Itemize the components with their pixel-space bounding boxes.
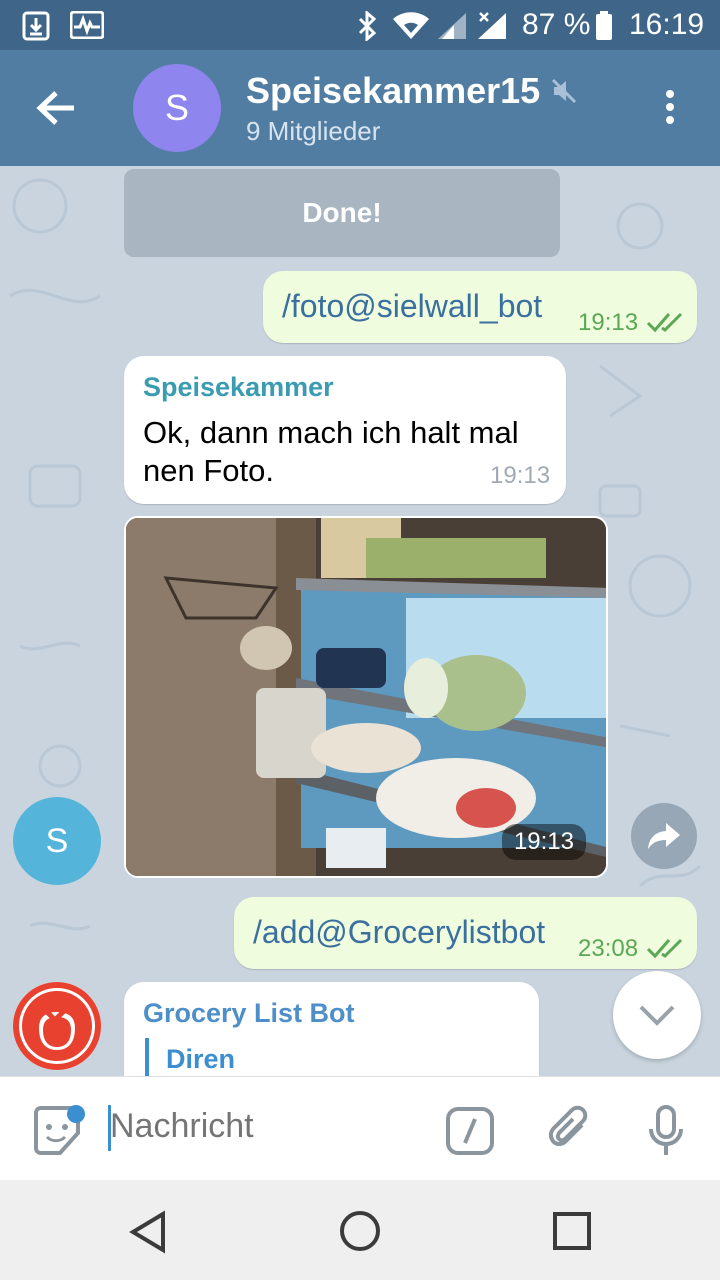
microphone-icon[interactable] [648,1105,684,1157]
system-nav-bar [0,1180,720,1280]
bot-command-icon[interactable] [446,1107,494,1155]
wifi-icon [393,12,429,39]
more-menu-icon[interactable] [660,90,680,130]
chat-title[interactable]: Speisekammer15 [246,70,540,112]
group-avatar[interactable]: S [133,64,221,152]
muted-icon [551,78,577,104]
message-time: 19:13 [490,462,551,489]
message-composer [0,1076,720,1181]
signal-off-icon [478,12,506,39]
forward-button[interactable] [631,803,697,869]
signal-icon [438,13,466,39]
bluetooth-icon [358,11,377,41]
message-time: 19:13 [578,309,639,336]
share-icon [648,823,680,849]
tomato-logo-icon [13,982,101,1070]
sender-avatar[interactable]: S [13,797,101,885]
photo-time: 19:13 [501,824,586,860]
clock: 16:19 [629,8,705,41]
group-avatar-letter: S [164,87,189,128]
sticker-icon[interactable] [32,1105,88,1157]
chevron-down-icon [639,1005,675,1026]
incoming-message[interactable]: Speisekammer Ok, dann mach ich halt mal … [124,356,566,504]
message-list[interactable]: Done! /foto@sielwall_bot 19:13 Speisekam… [0,166,720,1076]
bot-avatar[interactable] [13,982,101,1070]
message-text-line1: Ok, dann mach ich halt mal [143,415,519,450]
battery-percent: 87 % [522,8,591,41]
outgoing-message[interactable]: /foto@sielwall_bot 19:13 [263,271,697,343]
download-icon [22,11,50,41]
message-time: 23:08 [578,935,639,962]
outgoing-message[interactable]: /add@Grocerylistbot 23:08 [234,897,697,969]
incoming-message[interactable]: Grocery List Bot Diren [124,982,539,1076]
chat-header: S Speisekammer15 9 Mitglieder [0,50,720,166]
sender-name[interactable]: Speisekammer [143,372,334,403]
message-input[interactable] [110,1107,430,1146]
nav-back-icon[interactable] [128,1210,168,1254]
scroll-down-button[interactable] [613,971,701,1059]
done-inline-button[interactable]: Done! [124,169,560,257]
battery-icon [596,11,612,40]
nav-recents-icon[interactable] [553,1212,591,1250]
nav-home-icon[interactable] [339,1210,381,1252]
double-check-icon [646,312,683,333]
reply-quote-bar [145,1038,149,1076]
sender-name[interactable]: Grocery List Bot [143,998,355,1029]
member-count: 9 Mitglieder [246,116,381,146]
double-check-icon [646,938,683,959]
message-text[interactable]: /add@Grocerylistbot [253,914,545,951]
reply-author[interactable]: Diren [166,1044,235,1075]
message-text-line2: nen Foto. [143,453,274,488]
attach-icon[interactable] [548,1105,592,1155]
back-arrow-icon[interactable] [34,88,78,128]
message-text[interactable]: /foto@sielwall_bot [282,288,542,325]
activity-icon [70,11,104,39]
sender-avatar-letter: S [45,821,69,860]
status-bar: 87 % 16:19 [0,0,720,50]
photo-message[interactable]: 19:13 [124,516,608,878]
